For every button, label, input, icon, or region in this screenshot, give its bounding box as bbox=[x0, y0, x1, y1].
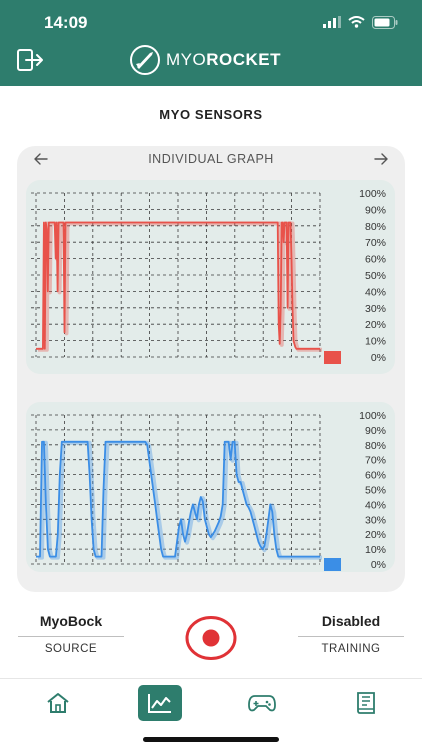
red-chart-percent-label: 30% bbox=[365, 303, 386, 315]
blue-chart-percent-label: 60% bbox=[365, 470, 386, 482]
red-chart-percent-label: 60% bbox=[365, 254, 386, 266]
red-chart-percent-label: 20% bbox=[365, 319, 386, 331]
training-value: Disabled bbox=[298, 613, 404, 637]
red-sensor-panel: 100% 90% 80% 70% 60% 50% 40% 30% 20% 10% 0% bbox=[26, 180, 395, 374]
graph-card: INDIVIDUAL GRAPH 100% 90% 80% 70% 60% 50% 40% 3… bbox=[17, 146, 405, 592]
blue-chart-percent-label: 0% bbox=[371, 559, 386, 571]
red-sensor-chart: 100% 90% 80% 70% 60% 50% 40% 30% 20% 10% 0% bbox=[31, 188, 386, 364]
signal-icon bbox=[323, 16, 341, 28]
record-button[interactable] bbox=[184, 614, 238, 662]
training-label: TRAINING bbox=[321, 643, 381, 655]
red-chart-percent-label: 80% bbox=[365, 221, 386, 233]
nav-graph[interactable] bbox=[138, 685, 182, 721]
red-chart-percent-label: 50% bbox=[365, 270, 386, 282]
blue-chart-percent-label: 30% bbox=[365, 514, 386, 526]
red-chart-percent-label: 90% bbox=[365, 204, 386, 216]
blue-chart-percent-label: 20% bbox=[365, 529, 386, 541]
nav-guide[interactable] bbox=[344, 685, 388, 721]
blue-chart-percent-label: 50% bbox=[365, 485, 386, 497]
red-chart-percent-label: 70% bbox=[365, 237, 386, 249]
app-header: 14:09 MYOROCKET bbox=[0, 0, 422, 86]
red-chart-percent-label: 10% bbox=[365, 336, 386, 348]
blue-chart-percent-label: 10% bbox=[365, 544, 386, 556]
graph-title: INDIVIDUAL GRAPH bbox=[148, 152, 274, 166]
app-logo-text: MYOROCKET bbox=[166, 50, 281, 70]
blue-chart-percent-label: 90% bbox=[365, 425, 386, 437]
graph-card-header: INDIVIDUAL GRAPH bbox=[17, 146, 405, 172]
nav-home[interactable] bbox=[36, 685, 80, 721]
red-chart-percent-label: 40% bbox=[365, 286, 386, 298]
red-chart-percent-label: 0% bbox=[371, 352, 386, 364]
chart-icon bbox=[148, 694, 171, 713]
wifi-icon bbox=[348, 16, 365, 28]
logout-icon[interactable] bbox=[16, 48, 44, 72]
red-chart-legend-swatch bbox=[324, 351, 341, 364]
blue-chart-percent-label: 70% bbox=[365, 455, 386, 467]
training-info[interactable]: Disabled TRAINING bbox=[298, 613, 404, 655]
battery-icon bbox=[372, 15, 398, 29]
home-icon bbox=[47, 693, 69, 713]
forward-arrow-icon[interactable] bbox=[373, 152, 389, 166]
rocket-logo-icon bbox=[130, 45, 160, 75]
nav-games[interactable] bbox=[240, 685, 284, 721]
logo-text-bold: ROCKET bbox=[206, 50, 282, 69]
blue-sensor-chart: 100% 90% 80% 70% 60% 50% 40% 30% 20% 10% 0% bbox=[31, 410, 386, 571]
blue-chart-legend-swatch bbox=[324, 558, 341, 571]
source-value: MyoBock bbox=[18, 613, 124, 637]
logo-text-light: MYO bbox=[166, 50, 207, 69]
red-chart-percent-label: 100% bbox=[359, 188, 386, 200]
book-icon bbox=[357, 692, 375, 714]
status-time: 14:09 bbox=[44, 13, 88, 32]
blue-chart-percent-label: 100% bbox=[359, 410, 386, 422]
source-label: SOURCE bbox=[44, 643, 98, 655]
source-info[interactable]: MyoBock SOURCE bbox=[18, 613, 124, 655]
blue-chart-percent-label: 80% bbox=[365, 440, 386, 452]
app-logo: MYOROCKET bbox=[128, 44, 281, 76]
status-icons bbox=[323, 14, 398, 30]
blue-sensor-panel: 100% 90% 80% 70% 60% 50% 40% 30% 20% 10% 0% bbox=[26, 402, 395, 572]
page-title: MYO SENSORS bbox=[159, 107, 263, 122]
blue-chart-percent-label: 40% bbox=[365, 499, 386, 511]
home-indicator bbox=[143, 737, 279, 742]
gamepad-icon bbox=[248, 695, 276, 712]
